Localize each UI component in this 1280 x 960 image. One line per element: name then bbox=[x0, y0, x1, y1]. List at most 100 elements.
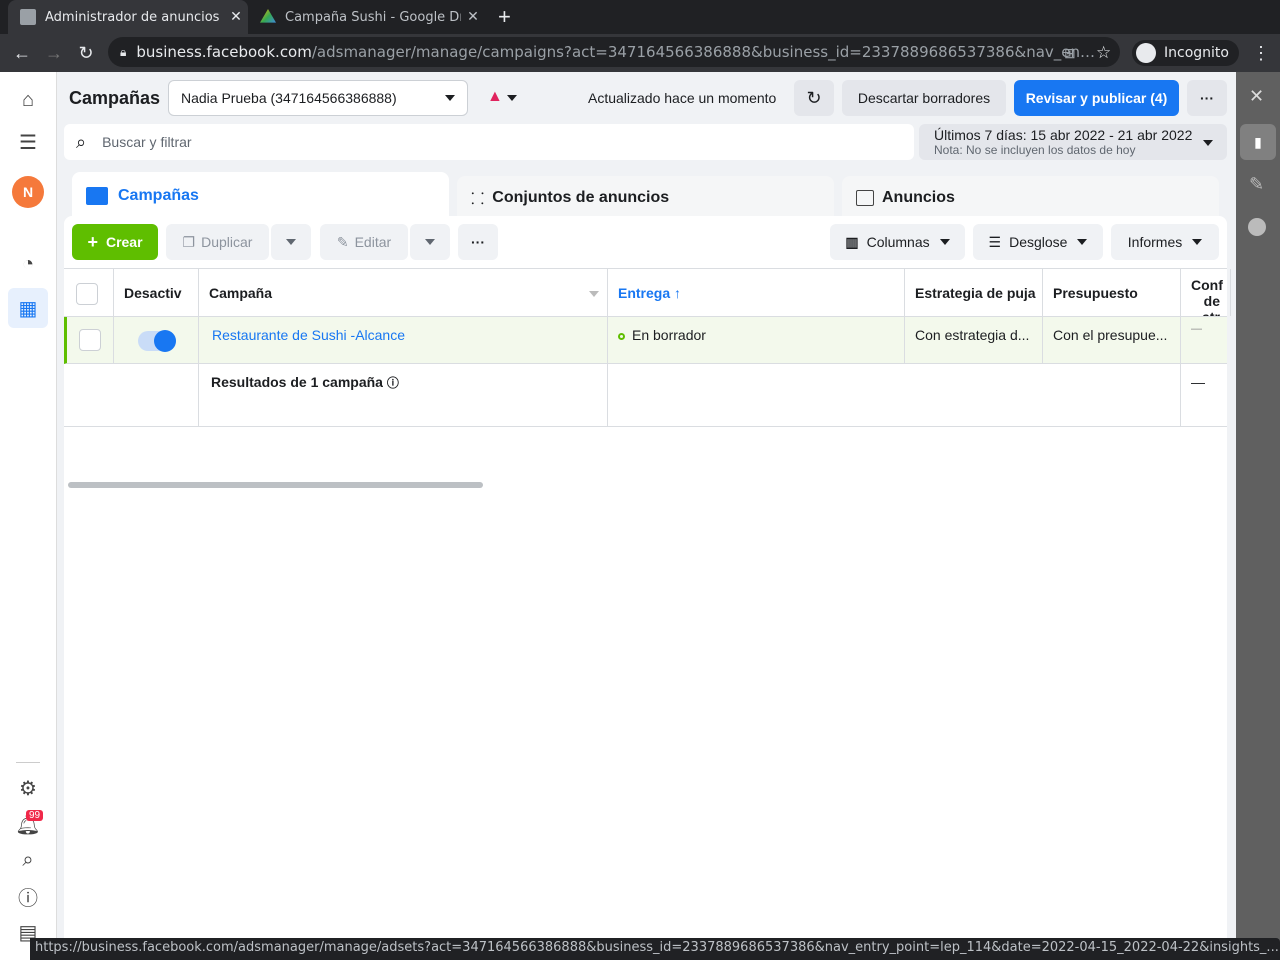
search-placeholder: Buscar y filtrar bbox=[102, 134, 192, 150]
review-publish-button[interactable]: Revisar y publicar (4) bbox=[1014, 80, 1179, 116]
summary-spacer bbox=[64, 364, 199, 426]
col-toggle[interactable]: Desactiv bbox=[114, 269, 199, 316]
campaign-folder-icon bbox=[86, 187, 108, 205]
lock-icon: 🔒︎ bbox=[120, 44, 127, 59]
reports-button[interactable]: Informes bbox=[1111, 224, 1219, 260]
select-all-checkbox-cell bbox=[64, 269, 114, 316]
more-actions-button[interactable]: ··· bbox=[458, 224, 498, 260]
charts-panel-button[interactable]: ▮ bbox=[1240, 124, 1276, 160]
avatar[interactable]: N bbox=[12, 176, 44, 208]
incognito-badge[interactable]: Incognito bbox=[1132, 40, 1239, 66]
campaign-name-link[interactable]: Restaurante de Sushi -Alcance bbox=[199, 317, 608, 363]
tab-ads[interactable]: Anuncios bbox=[842, 176, 1219, 220]
close-tab-icon[interactable]: ✕ bbox=[224, 9, 248, 25]
translate-icon[interactable]: ⊞ bbox=[1064, 45, 1076, 62]
back-icon[interactable]: ← bbox=[6, 43, 38, 64]
create-button[interactable]: + Crear bbox=[72, 224, 158, 260]
tab-ad-sets[interactable]: ⸬ Conjuntos de anuncios bbox=[457, 176, 834, 220]
browser-tab-strip: Administrador de anuncios ✕ Campaña Sushi… bbox=[0, 0, 1280, 34]
bookmark-star-icon[interactable]: ☆ bbox=[1096, 43, 1111, 63]
history-clock-icon[interactable] bbox=[1248, 218, 1266, 236]
chevron-down-icon bbox=[286, 239, 296, 245]
sidebar-divider bbox=[16, 762, 40, 763]
col-delivery[interactable]: Entrega ↑ bbox=[608, 269, 905, 316]
link-preview-status-bar: https://business.facebook.com/adsmanager… bbox=[30, 938, 1280, 960]
url-path: /adsmanager/manage/campaigns?act=3471645… bbox=[311, 43, 1096, 61]
incognito-icon bbox=[1136, 43, 1156, 63]
edit-button[interactable]: ✎ Editar bbox=[320, 224, 408, 260]
horizontal-scrollbar[interactable] bbox=[68, 482, 483, 488]
summary-row: Resultados de 1 campaña ⓘ — bbox=[64, 364, 1227, 427]
chevron-down-icon bbox=[445, 95, 455, 101]
toggle-cell bbox=[114, 317, 199, 363]
edit-dropdown[interactable] bbox=[410, 224, 450, 260]
new-tab-button[interactable]: + bbox=[498, 4, 511, 30]
delivery-status: En borrador bbox=[632, 327, 706, 343]
search-icon[interactable]: ⌕ bbox=[14, 846, 42, 874]
left-sidebar: ⌂ ☰ N ◔ ▦ ⚙ 🔔︎ ⌕ ⓘ ▤ bbox=[0, 72, 57, 960]
warning-icon[interactable]: ▲ bbox=[487, 88, 518, 106]
url-host: business.facebook.com bbox=[136, 43, 312, 61]
campaigns-panel: + Crear ❐ Duplicar ✎ Editar ··· ▥ Columnas ☰… bbox=[64, 216, 1241, 960]
incognito-label: Incognito bbox=[1164, 45, 1229, 61]
chevron-down-icon bbox=[507, 95, 518, 101]
info-icon[interactable]: ⓘ bbox=[387, 376, 399, 390]
date-note: Nota: No se incluyen los datos de hoy bbox=[934, 143, 1136, 157]
summary-label: Resultados de 1 campaña bbox=[211, 374, 383, 390]
refresh-icon: ↻ bbox=[806, 87, 822, 108]
menu-icon[interactable]: ☰ bbox=[14, 128, 42, 156]
col-label: Entrega bbox=[618, 285, 671, 301]
ad-window-icon bbox=[856, 190, 874, 206]
columns-button[interactable]: ▥ Columnas bbox=[830, 224, 965, 260]
bid-strategy-cell: Con estrategia d... bbox=[905, 317, 1043, 363]
edit-pencil-icon[interactable]: ✎ bbox=[1249, 174, 1264, 195]
ads-manager-table-icon[interactable]: ▦ bbox=[8, 288, 48, 328]
col-campaign[interactable]: Campaña bbox=[199, 269, 608, 316]
browser-tab-ads-manager[interactable]: Administrador de anuncios ✕ bbox=[8, 0, 248, 34]
discard-drafts-button[interactable]: Descartar borradores bbox=[842, 80, 1006, 116]
page-title: Campañas bbox=[69, 88, 161, 108]
chevron-down-icon bbox=[1192, 239, 1203, 245]
table-row: Restaurante de Sushi -Alcance En borrado… bbox=[64, 317, 1241, 364]
create-label: Crear bbox=[105, 234, 143, 250]
reload-icon[interactable]: ↻ bbox=[70, 43, 102, 64]
row-checkbox-cell bbox=[67, 317, 114, 363]
tab-title: Campaña Sushi - Google Drive bbox=[285, 9, 461, 25]
breakdown-button[interactable]: ☰ Desglose bbox=[973, 224, 1103, 260]
duplicate-button[interactable]: ❐ Duplicar bbox=[166, 224, 269, 260]
col-budget[interactable]: Presupuesto bbox=[1043, 269, 1181, 316]
summary-blank bbox=[608, 364, 1181, 426]
campaign-active-toggle[interactable] bbox=[138, 330, 176, 352]
col-attribution[interactable]: Conf de atr bbox=[1181, 269, 1231, 316]
table-header: Desactiv Campaña Entrega ↑ Estrategia de… bbox=[64, 268, 1231, 317]
account-selector[interactable]: Nadia Prueba (347164566386888) bbox=[168, 80, 468, 116]
last-updated-text: Actualizado hace un momento bbox=[588, 90, 777, 106]
plus-icon: + bbox=[87, 231, 98, 252]
chevron-down-icon bbox=[939, 239, 950, 245]
browser-tab-drive[interactable]: Campaña Sushi - Google Drive✕ bbox=[250, 0, 485, 34]
address-bar[interactable]: 🔒︎ business.facebook.com/adsmanager/manag… bbox=[108, 37, 1120, 67]
summary-label-cell: Resultados de 1 campaña ⓘ bbox=[199, 364, 608, 426]
close-tab-icon[interactable]: ✕ bbox=[461, 9, 485, 25]
row-checkbox[interactable] bbox=[79, 329, 101, 351]
col-bid-strategy[interactable]: Estrategia de puja bbox=[905, 269, 1043, 316]
refresh-button[interactable]: ↻ bbox=[794, 80, 834, 116]
select-all-checkbox[interactable] bbox=[76, 283, 98, 305]
tab-campaigns[interactable]: Campañas bbox=[72, 172, 449, 220]
forward-icon[interactable]: → bbox=[38, 43, 70, 64]
search-filter-input[interactable]: ⌕ Buscar y filtrar bbox=[64, 124, 914, 160]
help-icon[interactable]: ⓘ bbox=[14, 882, 42, 910]
home-icon[interactable]: ⌂ bbox=[14, 86, 42, 114]
duplicate-dropdown[interactable] bbox=[271, 224, 311, 260]
tab-label: Anuncios bbox=[882, 189, 955, 206]
settings-gear-icon[interactable]: ⚙ bbox=[14, 774, 42, 802]
account-name: Nadia Prueba (347164566386888) bbox=[181, 90, 397, 106]
columns-label: Columnas bbox=[866, 234, 930, 250]
right-rail: ✕ ▮ ✎ bbox=[1236, 72, 1280, 960]
browser-menu-icon[interactable]: ⋮ bbox=[1252, 43, 1270, 64]
budget-cell: Con el presupue... bbox=[1043, 317, 1181, 363]
close-icon[interactable]: ✕ bbox=[1249, 86, 1264, 107]
more-options-button[interactable]: ··· bbox=[1187, 80, 1227, 116]
date-range-picker[interactable]: Últimos 7 días: 15 abr 2022 - 21 abr 202… bbox=[919, 124, 1227, 160]
dashboard-gauge-icon[interactable]: ◔ bbox=[14, 250, 42, 278]
